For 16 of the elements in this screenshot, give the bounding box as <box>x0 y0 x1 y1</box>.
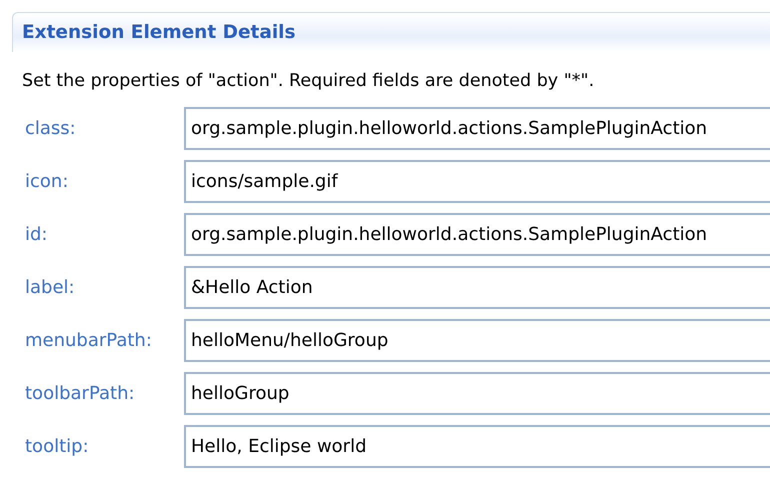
input-field[interactable]: icons/sample.gif <box>184 160 770 204</box>
section-description: Set the properties of "action". Required fields are denoted by "*". <box>22 70 596 93</box>
input-field[interactable]: org.sample.plugin.helloworld.actions.SamplePluginAction <box>184 107 770 150</box>
field-label: id: <box>24 223 48 248</box>
field-label: label: <box>24 276 76 300</box>
field-label: menubarPath: <box>24 329 153 354</box>
field-label: toolbarPath: <box>24 382 136 406</box>
field-label: tooltip: <box>24 435 90 460</box>
field-label: icon: <box>24 170 70 194</box>
input-field[interactable]: &Hello Action <box>184 266 770 310</box>
input-field[interactable]: helloGroup <box>184 372 770 416</box>
field-label: class: <box>24 117 77 142</box>
input-field[interactable]: org.sample.plugin.helloworld.actions.SamplePluginAction <box>184 213 770 256</box>
section-title: Extension Element Details <box>22 22 296 43</box>
input-field[interactable]: helloMenu/helloGroup <box>184 319 770 362</box>
input-field[interactable]: Hello, Eclipse world <box>184 425 770 468</box>
